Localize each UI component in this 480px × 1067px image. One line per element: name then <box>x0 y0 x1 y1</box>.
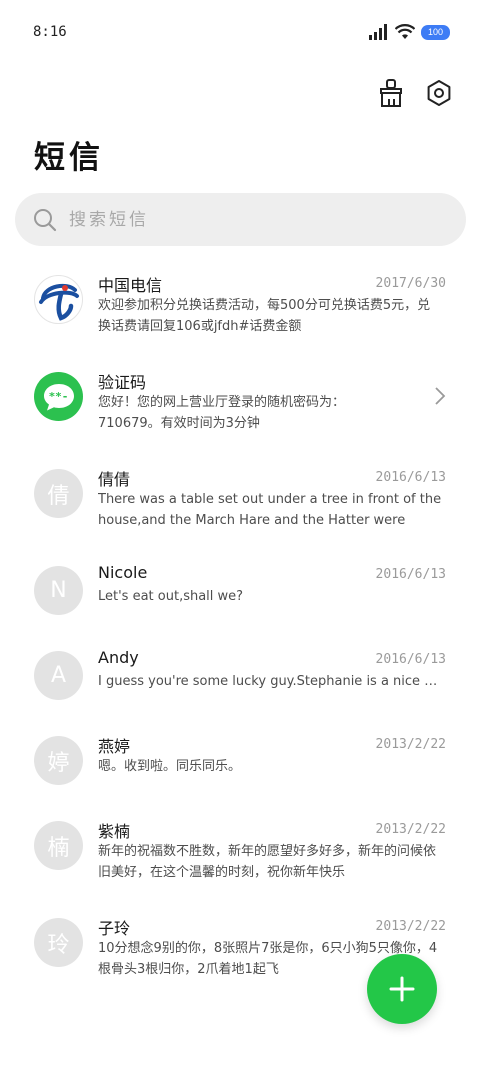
china-telecom-logo-icon <box>38 283 79 321</box>
conversation-preview: 欢迎参加积分兑换话费活动，每500分可兑换话费5元，兑换话费请回复106或jfd… <box>98 298 431 334</box>
battery-icon: 100 <box>420 24 450 40</box>
page-title: 短信 <box>34 140 104 176</box>
conversation-name: Nicole <box>98 563 148 582</box>
conversation-name: Andy <box>98 648 139 667</box>
avatar: 玲 <box>34 918 83 967</box>
avatar: A <box>34 651 83 700</box>
conversation-preview: Let's eat out,shall we? <box>98 589 244 604</box>
conversation-name: 验证码 <box>98 373 147 392</box>
status-bar: 8:16 100 <box>0 0 480 64</box>
chevron-right-icon[interactable] <box>434 386 446 406</box>
signal-icon <box>368 24 387 40</box>
conversation-preview: I guess you're some lucky guy.Stephanie … <box>98 674 443 689</box>
search-input[interactable] <box>69 209 429 230</box>
broom-icon <box>380 79 402 107</box>
conversation-name: 燕婷 <box>98 737 131 756</box>
conversation-date: 2013/2/22 <box>375 737 446 752</box>
plus-icon <box>389 976 415 1002</box>
conversation-item[interactable]: 楠 紫楠 2013/2/22 新年的祝福数不胜数，新年的愿望好多好多，新年的问候… <box>0 804 480 888</box>
conversation-date: 2013/2/22 <box>375 822 446 837</box>
conversation-preview: 嗯。收到啦。同乐同乐。 <box>98 759 242 774</box>
avatar: 倩 <box>34 469 83 518</box>
settings-button[interactable] <box>424 78 454 108</box>
conversation-item[interactable]: 倩 倩倩 2016/6/13 There was a table set out… <box>0 452 480 536</box>
search-icon <box>34 208 57 231</box>
avatar-text: **- <box>48 390 69 403</box>
new-message-button[interactable] <box>367 954 437 1024</box>
avatar: **- <box>34 372 83 421</box>
clean-button[interactable] <box>376 78 406 108</box>
conversation-name: 紫楠 <box>98 822 131 841</box>
avatar: 楠 <box>34 821 83 870</box>
conversation-date: 2013/2/22 <box>375 919 446 934</box>
avatar <box>34 275 83 324</box>
conversation-name: 中国电信 <box>98 276 163 295</box>
wifi-icon <box>394 24 415 39</box>
conversation-name: 子玲 <box>98 919 131 938</box>
conversation-item[interactable]: A Andy 2016/6/13 I guess you're some luc… <box>0 634 480 718</box>
conversation-item-verification-code[interactable]: **- 验证码 您好！您的网上营业厅登录的随机密码为：710679。有效时间为3… <box>0 355 480 439</box>
conversation-item-china-telecom[interactable]: 中国电信 2017/6/30 欢迎参加积分兑换话费活动，每500分可兑换话费5元… <box>0 258 480 342</box>
conversation-date: 2016/6/13 <box>375 470 446 485</box>
conversation-date: 2016/6/13 <box>375 567 446 582</box>
conversation-date: 2016/6/13 <box>375 652 446 667</box>
avatar: 婷 <box>34 736 83 785</box>
conversation-preview: 新年的祝福数不胜数，新年的愿望好多好多，新年的问候依旧美好，在这个温馨的时刻，祝… <box>98 844 437 880</box>
search-bar[interactable] <box>15 193 466 246</box>
conversation-date: 2017/6/30 <box>375 276 446 291</box>
status-icons: 100 <box>368 24 450 40</box>
status-time: 8:16 <box>33 24 67 40</box>
conversation-item[interactable]: N Nicole 2016/6/13 Let's eat out,shall w… <box>0 549 480 633</box>
avatar: N <box>34 566 83 615</box>
settings-icon <box>427 80 451 106</box>
conversation-item[interactable]: 婷 燕婷 2013/2/22 嗯。收到啦。同乐同乐。 <box>0 719 480 803</box>
top-actions <box>376 78 454 108</box>
conversation-preview: 您好！您的网上营业厅登录的随机密码为：710679。有效时间为3分钟 <box>98 395 346 431</box>
conversation-preview: There was a table set out under a tree i… <box>98 492 442 528</box>
conversation-name: 倩倩 <box>98 470 131 489</box>
